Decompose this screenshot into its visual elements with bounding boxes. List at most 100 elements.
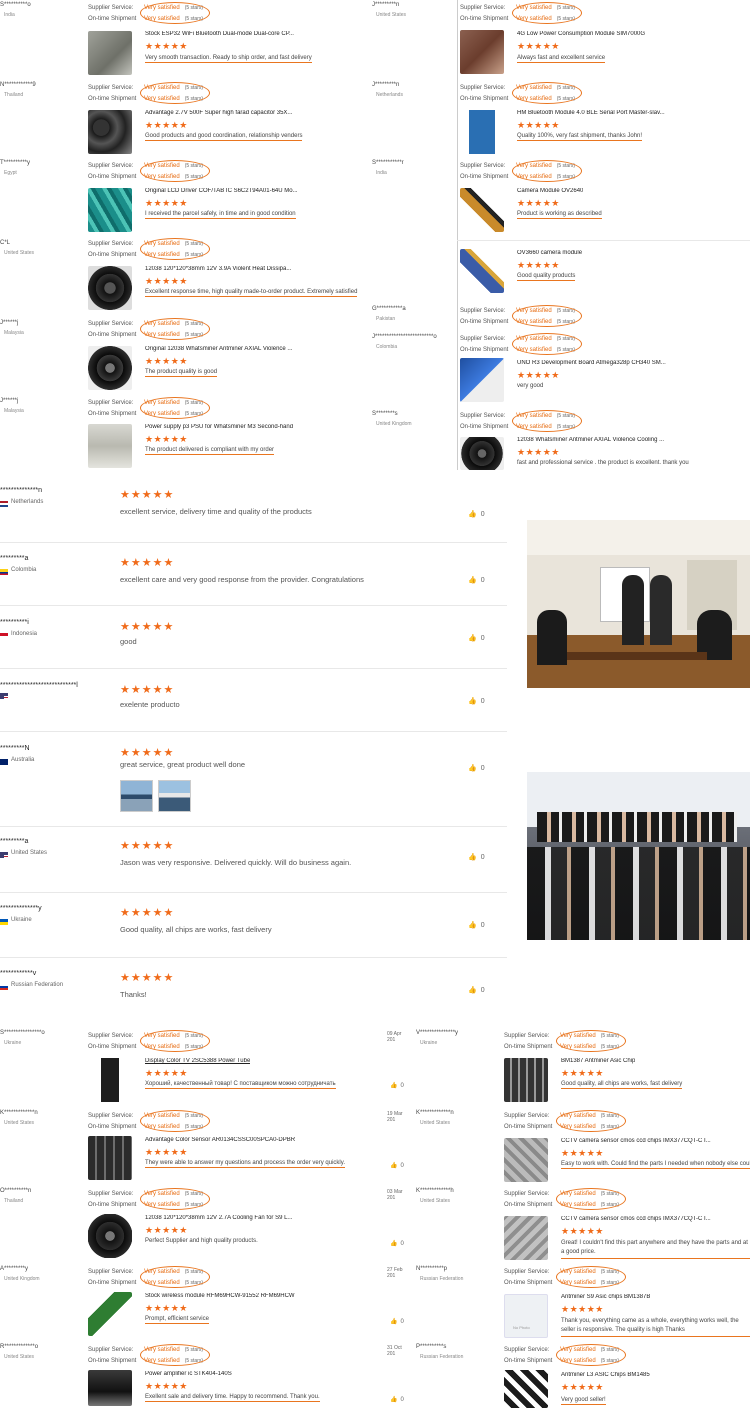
like-button[interactable]: 👍 0 — [390, 1396, 404, 1403]
product-thumbnail[interactable] — [504, 1058, 548, 1102]
product-thumbnail[interactable] — [460, 30, 504, 74]
like-button[interactable]: 👍 0 — [468, 764, 485, 772]
review-comment: Very smooth transaction. Ready to ship o… — [145, 55, 312, 63]
review-date: 31 Oct 201 — [387, 1345, 402, 1357]
buyer-name: S********s — [372, 411, 398, 417]
row-divider — [0, 957, 507, 958]
like-button[interactable]: 👍 0 — [468, 697, 485, 705]
product-title[interactable]: Advantage 2.7V 500F Super high farad cap… — [145, 110, 292, 116]
like-button[interactable]: 👍 0 — [468, 634, 485, 642]
product-title[interactable]: Original 12038 Whatsminer Antminer AXIAL… — [145, 346, 292, 352]
product-title[interactable]: Advantage Color Sensor AR0134CSSC00SPCA0… — [145, 1137, 295, 1143]
product-thumbnail[interactable] — [504, 1138, 548, 1182]
review-photo[interactable] — [120, 780, 153, 812]
product-thumbnail[interactable] — [460, 437, 504, 470]
like-button[interactable]: 👍 0 — [468, 921, 485, 929]
product-title[interactable]: Antminer L3 ASIC Chips BM1485 — [561, 1372, 650, 1378]
product-thumbnail[interactable] — [88, 1292, 132, 1336]
buyer-name: G***********a — [372, 306, 406, 312]
star-rating: ★★★★★ — [145, 198, 188, 208]
thumbs-up-icon: 👍 — [390, 1083, 398, 1089]
service-label: Supplier Service: — [504, 1269, 550, 1275]
like-count: 0 — [400, 1397, 404, 1403]
product-title[interactable]: 12038 Whatsminer Antminer AXIAL Violence… — [517, 437, 664, 443]
shipment-label: On-time Shipment — [88, 15, 137, 22]
buyer-name: J******j — [0, 320, 19, 326]
thumbs-up-icon: 👍 — [468, 922, 477, 929]
review-text: Jason was very responsive. Delivered qui… — [120, 858, 352, 867]
buyer-country: United States — [4, 1354, 35, 1360]
shipment-label: On-time Shipment — [88, 251, 137, 258]
shipment-label: On-time Shipment — [460, 95, 509, 102]
product-thumbnail[interactable] — [460, 249, 504, 293]
review-card: P**********s Russian Federation Supplier… — [416, 1342, 750, 1410]
product-thumbnail[interactable] — [88, 1214, 132, 1258]
product-thumbnail[interactable] — [88, 424, 132, 468]
buyer-country: Thailand — [4, 1198, 24, 1204]
product-title[interactable]: BM1387 Antminer Asic Chip — [561, 1058, 635, 1064]
reviewer-name: ****************************l — [0, 682, 78, 689]
product-thumbnail[interactable] — [460, 110, 504, 154]
product-title[interactable]: 4G Low Power Consumption Module SIM7000G — [517, 31, 645, 37]
service-label: Supplier Service: — [460, 336, 506, 342]
buyer-name: O**********n — [0, 1188, 32, 1194]
product-thumbnail[interactable] — [88, 1058, 132, 1102]
product-title[interactable]: Display Color TV 2SC5388 Power Tube — [145, 1058, 250, 1064]
highlight-oval — [140, 397, 210, 419]
product-title[interactable]: Stock ESP32 WiFi Bluetooth Dual-mode Dua… — [145, 31, 294, 37]
review-comment: Хороший, качественный товар! С поставщик… — [145, 1081, 336, 1089]
product-thumbnail[interactable] — [460, 358, 504, 402]
shipment-label: On-time Shipment — [88, 1123, 137, 1130]
highlight-oval — [140, 238, 210, 260]
product-thumbnail[interactable] — [88, 110, 132, 154]
product-thumbnail[interactable] — [88, 1136, 132, 1180]
product-title[interactable]: CCTV camera sensor cmos ccd chips IMX377… — [561, 1216, 711, 1222]
product-thumbnail[interactable] — [88, 266, 132, 310]
product-title[interactable]: 12038 120*120*38mm 12V 3.9A Violent Heat… — [145, 266, 291, 272]
like-count: 0 — [480, 854, 485, 861]
product-title[interactable]: Camera Module OV2640 — [517, 188, 583, 194]
review-text: excellent care and very good response fr… — [120, 575, 364, 584]
product-title[interactable]: CCTV camera sensor cmos ccd chips IMX377… — [561, 1138, 711, 1144]
product-title[interactable]: Power amplifier ic STK404-140S — [145, 1371, 232, 1377]
reviewer-country: Australia — [11, 757, 35, 763]
buyer-country: Ukraine — [420, 1040, 438, 1046]
buyer-name: C*L — [0, 240, 11, 246]
like-button[interactable]: 👍 0 — [390, 1082, 404, 1089]
product-title[interactable]: UNO R3 Development Board Atmega328p CH34… — [517, 360, 666, 366]
product-title[interactable]: Power supply p3 PSU for Whatsminer M3 Se… — [145, 424, 293, 430]
product-thumbnail[interactable] — [88, 31, 132, 75]
like-button[interactable]: 👍 0 — [390, 1162, 404, 1169]
product-title[interactable]: OV3660 camera module — [517, 250, 582, 256]
like-button[interactable]: 👍 0 — [390, 1318, 404, 1325]
service-label: Supplier Service: — [460, 163, 506, 169]
product-thumbnail[interactable] — [460, 188, 504, 232]
product-title[interactable]: HM Bluetooth Module 4.0 BLE Serial Port … — [517, 110, 665, 116]
like-count: 0 — [480, 577, 485, 584]
like-button[interactable]: 👍 0 — [468, 510, 485, 518]
product-thumbnail[interactable] — [504, 1216, 548, 1260]
review-comment: very good — [517, 383, 544, 389]
like-button[interactable]: 👍 0 — [468, 576, 485, 584]
service-label: Supplier Service: — [460, 413, 506, 419]
review-comment: I received the parcel safely, in time an… — [145, 211, 296, 219]
product-thumbnail[interactable] — [88, 346, 132, 390]
service-label: Supplier Service: — [504, 1033, 550, 1039]
product-thumbnail[interactable]: No Photo — [504, 1294, 548, 1338]
product-title[interactable]: 12038 120*120*38mm 12V 2.7A Cooling Fan … — [145, 1215, 292, 1221]
buyer-name: J*************************o — [372, 334, 437, 340]
like-button[interactable]: 👍 0 — [468, 986, 485, 994]
like-button[interactable]: 👍 0 — [390, 1240, 404, 1247]
product-thumbnail[interactable] — [504, 1370, 548, 1408]
product-thumbnail[interactable] — [88, 1370, 132, 1406]
product-title[interactable]: Stock wireless module RFM69HCW-91552 RFM… — [145, 1293, 295, 1299]
product-title[interactable]: Original LCD Driver COF/TAB IC S6C2T94A0… — [145, 188, 298, 194]
buyer-name: T**********y — [0, 160, 31, 166]
buyer-country: United States — [420, 1120, 451, 1126]
like-button[interactable]: 👍 0 — [468, 853, 485, 861]
buyer-country: Russian Federation — [420, 1276, 464, 1282]
product-title[interactable]: Antminer S9 Asic chips BM1387B — [561, 1294, 650, 1300]
review-photo[interactable] — [158, 780, 191, 812]
product-thumbnail[interactable] — [88, 188, 132, 232]
buyer-name: J******j — [0, 398, 19, 404]
